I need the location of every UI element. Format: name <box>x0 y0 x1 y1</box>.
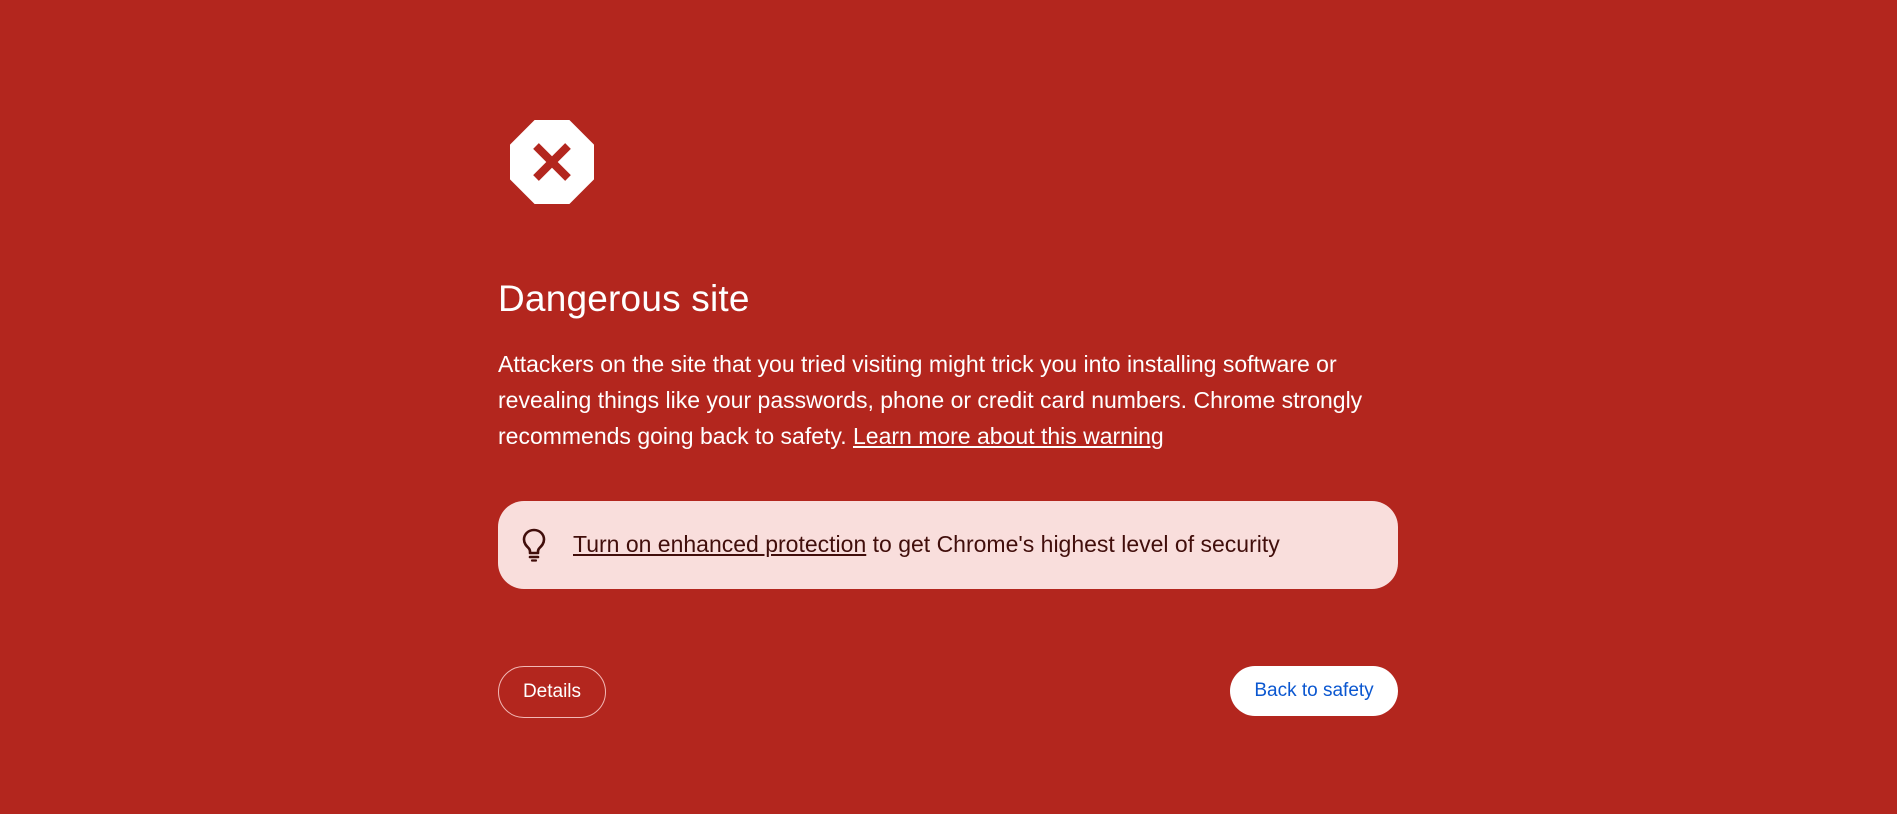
warning-description: Attackers on the site that you tried vis… <box>498 346 1398 454</box>
back-to-safety-button[interactable]: Back to safety <box>1230 666 1398 716</box>
enhanced-protection-link[interactable]: Turn on enhanced protection <box>573 531 866 557</box>
enhanced-protection-promo: Turn on enhanced protection to get Chrom… <box>498 501 1398 589</box>
details-button[interactable]: Details <box>498 666 606 718</box>
lightbulb-icon <box>522 528 546 562</box>
stop-octagon-x-icon <box>510 120 594 204</box>
promo-text: Turn on enhanced protection to get Chrom… <box>573 531 1280 558</box>
promo-suffix-text: to get Chrome's highest level of securit… <box>872 531 1280 557</box>
page-title: Dangerous site <box>498 278 750 319</box>
learn-more-link[interactable]: Learn more about this warning <box>853 423 1164 449</box>
